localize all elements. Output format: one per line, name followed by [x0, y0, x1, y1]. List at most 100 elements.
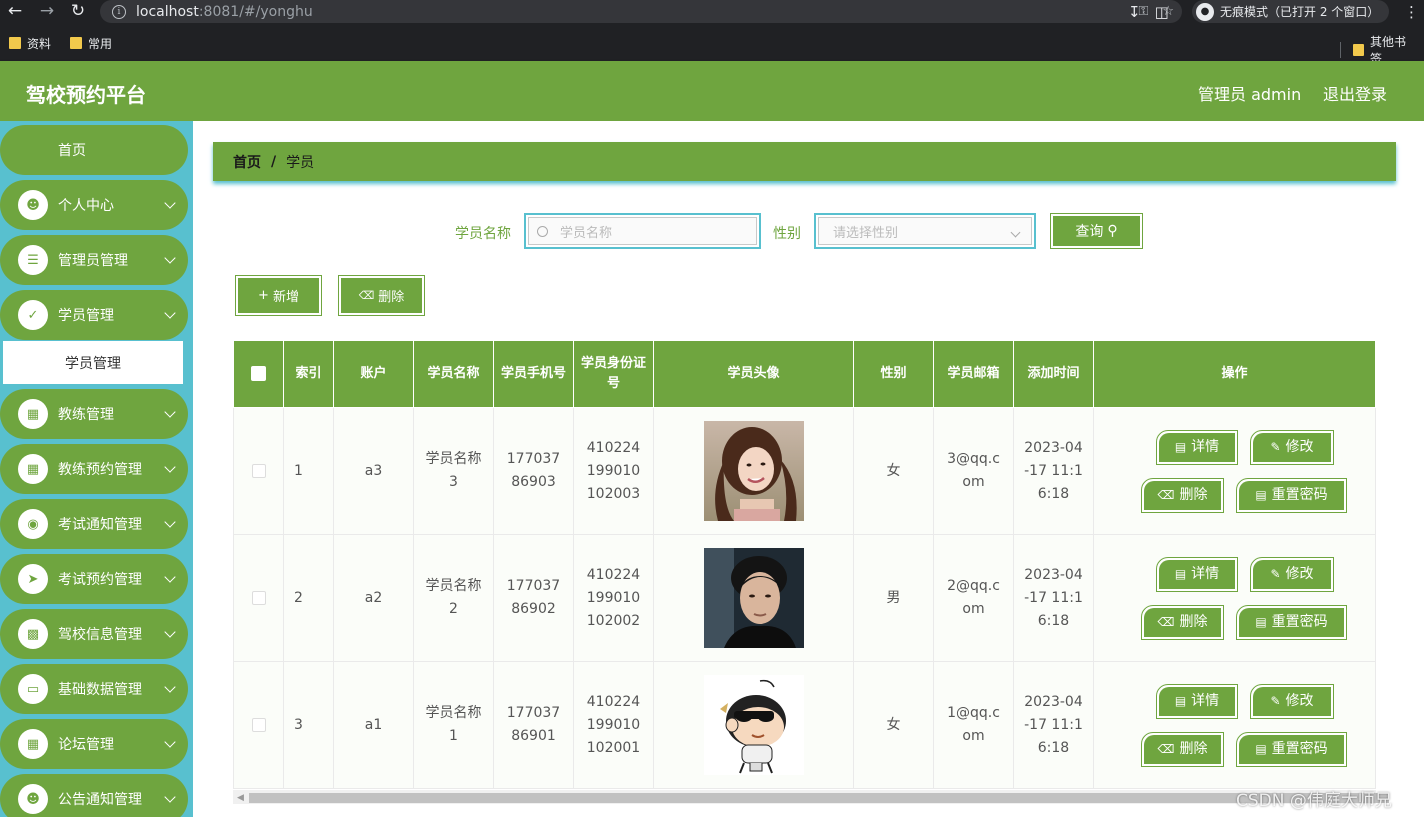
col-header: 学员身份证号: [573, 340, 654, 408]
clipboard-icon: ✓: [18, 300, 48, 330]
sidebar-item-announcements[interactable]: ☻ 公告通知管理: [0, 774, 188, 817]
bookmark-separator: [1340, 42, 1341, 58]
search-form: 学员名称 学员名称 性别 请选择性别 查询 ⚲: [193, 213, 1424, 249]
cell-index: 3: [283, 661, 334, 789]
incognito-badge[interactable]: ● 无痕模式（已打开 2 个窗口）: [1192, 0, 1390, 23]
chevron-down-icon: [164, 252, 176, 264]
document-icon: ▤: [1255, 742, 1267, 756]
cell-added-time: 2023-04-17 11:16:18: [1013, 661, 1094, 789]
name-input[interactable]: 学员名称: [560, 222, 612, 241]
cell-gender: 女: [853, 407, 934, 535]
bookmark-folder[interactable]: 常用: [70, 35, 112, 52]
watermark: CSDN @伟庭大师兄: [1236, 791, 1392, 811]
sidebar-item-profile[interactable]: ☻ 个人中心: [0, 180, 188, 230]
chevron-down-icon: [164, 197, 176, 209]
grid-icon: ▦: [18, 454, 48, 484]
address-bar[interactable]: i localhost:8081/#/yonghu ⚿ ☆: [100, 0, 1182, 23]
reset-password-button[interactable]: ▤ 重置密码: [1236, 605, 1347, 640]
bookmarks-bar: 资料 常用 其他书签: [0, 30, 1424, 66]
reset-password-button[interactable]: ▤ 重置密码: [1236, 732, 1347, 767]
reset-password-button[interactable]: ▤ 重置密码: [1236, 478, 1347, 513]
sidebar-item-coaches[interactable]: ▦ 教练管理: [0, 389, 188, 439]
cell-index: 1: [283, 407, 334, 535]
cell-name: 学员名称3: [413, 407, 494, 535]
bulk-delete-button[interactable]: ⌫ 删除: [338, 275, 425, 316]
detail-button[interactable]: ▤ 详情: [1156, 557, 1238, 592]
col-header: 学员头像: [653, 340, 854, 408]
row-checkbox[interactable]: [251, 590, 266, 605]
sidebar-item-forum[interactable]: ▦ 论坛管理: [0, 719, 188, 769]
gender-select[interactable]: 请选择性别: [814, 213, 1036, 249]
site-info-icon[interactable]: i: [112, 4, 126, 19]
cell-added-time: 2023-04-17 11:16:18: [1013, 407, 1094, 535]
folder-icon: [1352, 44, 1364, 56]
cell-id-card: 410224199010102002: [573, 534, 654, 662]
horizontal-scrollbar[interactable]: ◀: [233, 790, 1389, 804]
scroll-left-icon[interactable]: ◀: [237, 793, 244, 803]
sidebar-item-base-data[interactable]: ▭ 基础数据管理: [0, 664, 188, 714]
edit-button[interactable]: ✎ 修改: [1250, 684, 1334, 719]
search-icon: [537, 225, 548, 237]
submenu-item-students[interactable]: 学员管理: [3, 341, 183, 384]
sidebar-item-admins[interactable]: ☰ 管理员管理: [0, 235, 188, 285]
col-header: 操作: [1093, 340, 1376, 408]
trash-icon: ⌫: [358, 289, 375, 302]
students-table: 索引 账户 学员名称 学员手机号 学员身份证号 学员头像 性别 学员邮箱 添加时…: [233, 340, 1376, 808]
chevron-down-icon: [164, 791, 176, 803]
plus-icon: +: [258, 288, 269, 303]
delete-button[interactable]: ⌫ 删除: [1141, 732, 1224, 767]
search-icon: ⚲: [1107, 223, 1118, 239]
sidebar-item-exam-booking[interactable]: ➤ 考试预约管理: [0, 554, 188, 604]
document-icon: ▤: [1255, 615, 1267, 629]
app-header: 驾校预约平台 管理员 admin 退出登录: [0, 61, 1424, 121]
row-checkbox[interactable]: [251, 463, 266, 478]
name-input-wrapper[interactable]: 学员名称: [524, 213, 761, 249]
forward-icon[interactable]: →: [35, 0, 59, 22]
row-checkbox[interactable]: [251, 717, 266, 732]
sidebar-item-home[interactable]: 首页: [0, 125, 188, 175]
cell-name: 学员名称2: [413, 534, 494, 662]
chevron-down-icon: [164, 626, 176, 638]
cell-account: a2: [333, 534, 414, 662]
delete-button[interactable]: ⌫ 删除: [1141, 605, 1224, 640]
delete-button[interactable]: ⌫ 删除: [1141, 478, 1224, 513]
table-row: 2 a2 学员名称2 17703786902 41022419901010200…: [233, 534, 1376, 662]
download-icon[interactable]: ↧: [1128, 3, 1141, 21]
edit-button[interactable]: ✎ 修改: [1250, 430, 1334, 465]
cell-email: 1@qq.com: [933, 661, 1014, 789]
folder-icon: [70, 37, 83, 49]
back-icon[interactable]: ←: [3, 0, 27, 22]
detail-button[interactable]: ▤ 详情: [1156, 684, 1238, 719]
chevron-down-icon: [164, 736, 176, 748]
sidepanel-icon[interactable]: ◫: [1155, 3, 1169, 21]
cell-operations: ▤ 详情 ✎ 修改 ⌫ 删除 ▤ 重置密码: [1093, 661, 1376, 789]
bulb-icon: ◉: [18, 509, 48, 539]
sidebar-item-school-info[interactable]: ▩ 驾校信息管理: [0, 609, 188, 659]
sidebar-item-exam-notice[interactable]: ◉ 考试通知管理: [0, 499, 188, 549]
col-header: 性别: [853, 340, 934, 408]
edit-button[interactable]: ✎ 修改: [1250, 557, 1334, 592]
sidebar-item-students[interactable]: ✓ 学员管理: [0, 290, 188, 340]
more-menu-icon[interactable]: ⋮: [1404, 0, 1419, 23]
logout-link[interactable]: 退出登录: [1323, 81, 1387, 105]
woman-photo: [703, 421, 804, 521]
bookmark-folder[interactable]: 资料: [9, 35, 51, 52]
cell-operations: ▤ 详情 ✎ 修改 ⌫ 删除 ▤ 重置密码: [1093, 407, 1376, 535]
user-icon: ☻: [18, 784, 48, 814]
scrollbar-thumb[interactable]: [249, 793, 1389, 803]
folder-icon: [9, 37, 21, 49]
cell-name: 学员名称1: [413, 661, 494, 789]
breadcrumb-home[interactable]: 首页: [233, 152, 261, 172]
query-button[interactable]: 查询 ⚲: [1050, 213, 1143, 249]
trash-icon: ⌫: [1157, 488, 1175, 502]
select-all-checkbox[interactable]: [251, 366, 266, 381]
detail-button[interactable]: ▤ 详情: [1156, 430, 1238, 465]
man-photo: [703, 548, 804, 648]
select-all-header[interactable]: [233, 340, 284, 408]
col-header: 账户: [333, 340, 414, 408]
cell-avatar: [653, 661, 854, 789]
monitor-icon: ▭: [18, 674, 48, 704]
sidebar-item-coach-booking[interactable]: ▦ 教练预约管理: [0, 444, 188, 494]
reload-icon[interactable]: ↻: [66, 0, 90, 22]
add-button[interactable]: + 新增: [235, 275, 322, 316]
